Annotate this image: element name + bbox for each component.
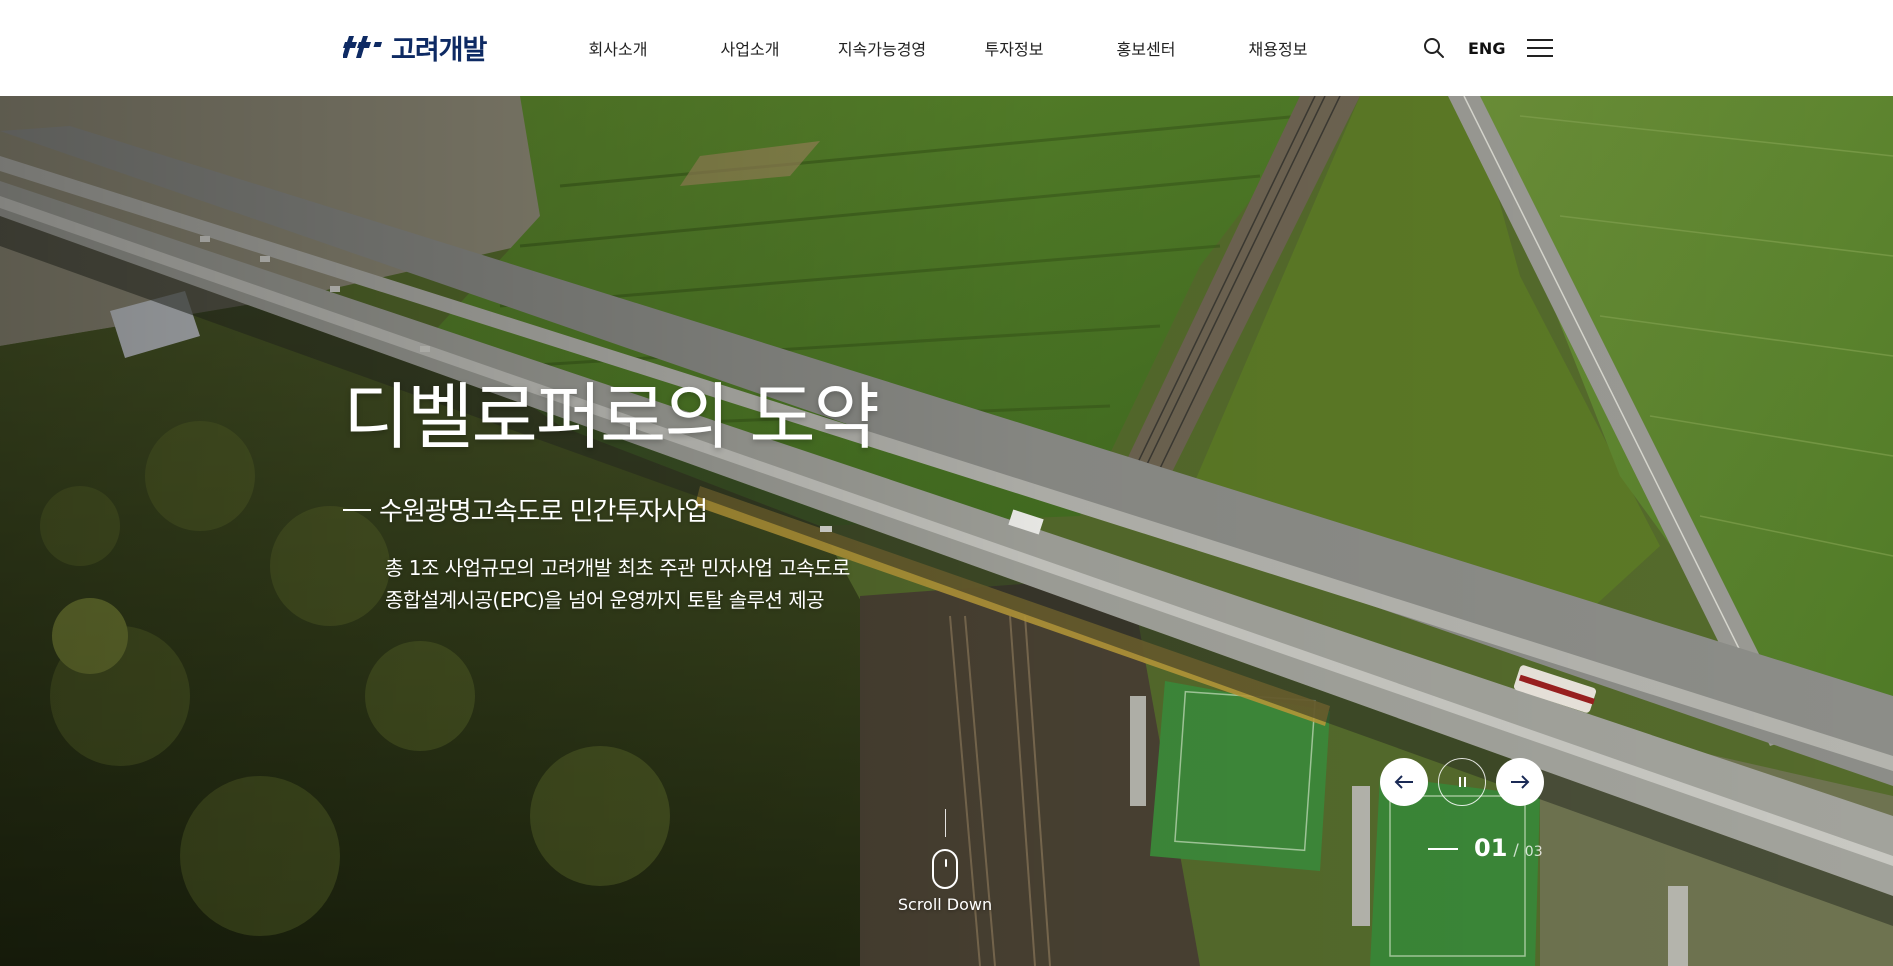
- arrow-left-icon: [1394, 775, 1413, 789]
- logo-mark-icon: [343, 36, 382, 58]
- logo[interactable]: 고려개발: [343, 30, 487, 66]
- main-nav: 회사소개 사업소개 지속가능경영 투자정보 홍보센터 채용정보: [552, 0, 1344, 96]
- scroll-down-indicator[interactable]: Scroll Down: [890, 809, 1000, 914]
- hero-subtitle: 수원광명고속도로 민간투자사업: [343, 491, 708, 528]
- nav-item-careers[interactable]: 채용정보: [1212, 36, 1344, 60]
- language-toggle[interactable]: ENG: [1468, 39, 1505, 58]
- slide-total: 03: [1524, 844, 1543, 860]
- header-utilities: ENG: [1422, 0, 1554, 96]
- pause-icon: [1458, 777, 1466, 787]
- hero-subtitle-text: 수원광명고속도로 민간투자사업: [379, 497, 708, 527]
- hero-description-line-2: 종합설계시공(EPC)을 넘어 운영까지 토탈 솔루션 제공: [385, 588, 825, 612]
- nav-item-pr-center[interactable]: 홍보센터: [1080, 36, 1212, 60]
- arrow-right-icon: [1511, 775, 1530, 789]
- hamburger-menu-icon[interactable]: [1527, 36, 1554, 60]
- hero-description-line-1: 총 1조 사업규모의 고려개발 최초 주관 민자사업 고속도로: [385, 556, 850, 580]
- nav-item-company[interactable]: 회사소개: [552, 36, 684, 60]
- slide-current: 01: [1474, 834, 1508, 862]
- hero-description: 총 1조 사업규모의 고려개발 최초 주관 민자사업 고속도로 종합설계시공(E…: [385, 552, 850, 616]
- search-icon[interactable]: [1422, 36, 1446, 60]
- nav-item-business[interactable]: 사업소개: [684, 36, 816, 60]
- mouse-icon: [932, 849, 958, 889]
- scroll-line: [944, 809, 946, 837]
- nav-item-sustainability[interactable]: 지속가능경영: [816, 36, 948, 60]
- slide-counter: 01 / 03: [1428, 834, 1543, 862]
- site-header: 고려개발 회사소개 사업소개 지속가능경영 투자정보 홍보센터 채용정보 ENG: [0, 0, 1893, 96]
- hero-title: 디벨로퍼로의 도약: [343, 375, 880, 459]
- slide-separator: /: [1513, 840, 1519, 859]
- subtitle-dash: [343, 508, 371, 511]
- slider-pause-button[interactable]: [1438, 758, 1486, 806]
- logo-text: 고려개발: [391, 34, 487, 66]
- hero-slider: 디벨로퍼로의 도약 수원광명고속도로 민간투자사업 총 1조 사업규모의 고려개…: [0, 96, 1893, 966]
- scroll-down-label: Scroll Down: [897, 895, 993, 914]
- nav-item-investment[interactable]: 투자정보: [948, 36, 1080, 60]
- pager-line: [1428, 848, 1458, 850]
- slider-prev-button[interactable]: [1380, 758, 1428, 806]
- slider-next-button[interactable]: [1496, 758, 1544, 806]
